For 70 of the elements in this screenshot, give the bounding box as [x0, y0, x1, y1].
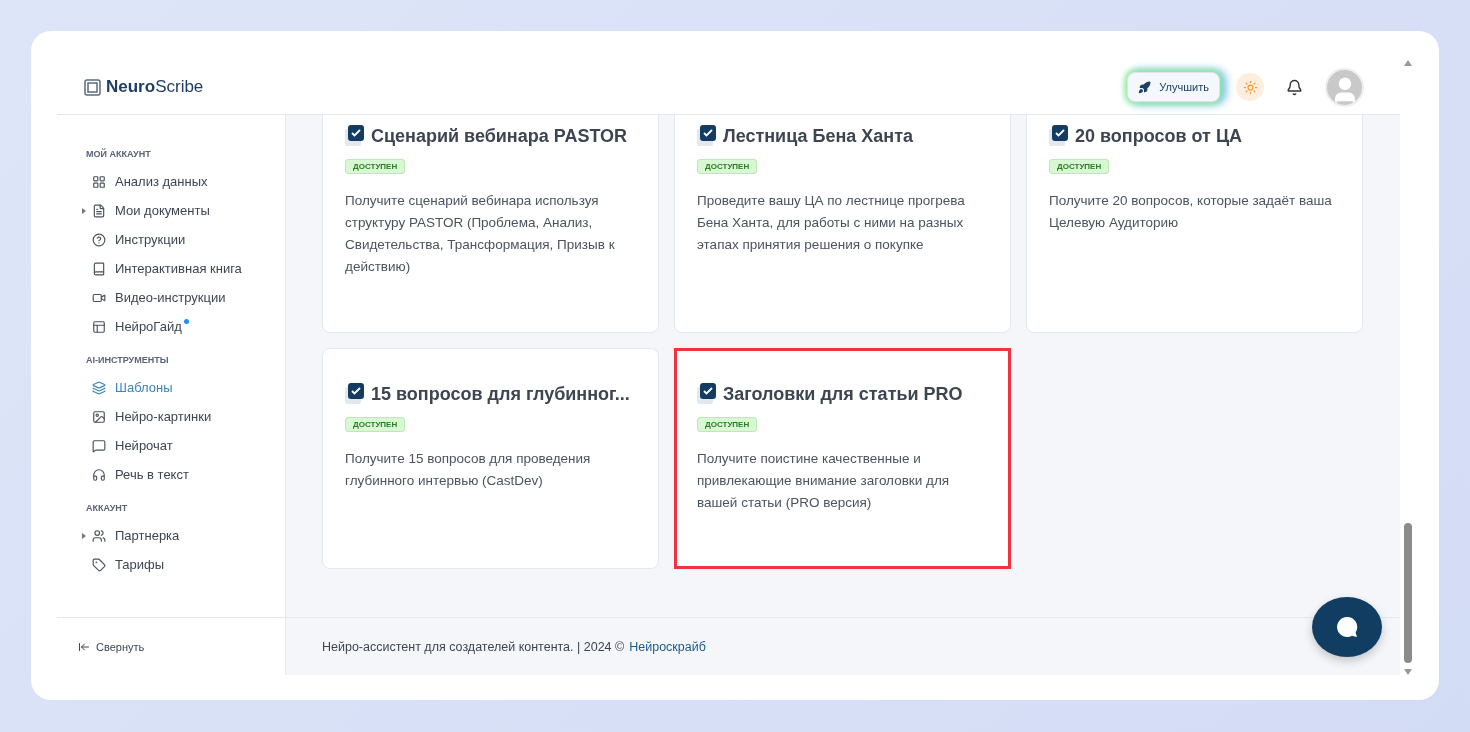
checkbox-icon [1049, 125, 1069, 147]
nav-icon [92, 174, 106, 189]
sidebar-item[interactable]: Интерактивная книга [82, 254, 285, 283]
sidebar-item[interactable]: Анализ данных [82, 167, 285, 196]
checkbox-icon [697, 383, 717, 405]
sidebar-item[interactable]: Речь в текст [82, 460, 285, 489]
nav-icon [92, 319, 106, 334]
nav-icon [92, 232, 106, 247]
template-title: 20 вопросов от ЦА [1075, 125, 1243, 147]
nav-icon [92, 203, 106, 218]
status-badge: ДОСТУПЕН [697, 159, 758, 174]
template-description: Проведите вашу ЦА по лестнице прогрева Бена Ханта, для работы с ними на разных этапах принятия решения о покупке [697, 192, 966, 254]
expand-caret-icon[interactable] [82, 207, 86, 214]
footer-text: Нейро-ассистент для создателей контента. | 2024 © [322, 639, 625, 654]
sidebar-item[interactable]: НейроГайд [82, 312, 285, 341]
collapse-button[interactable]: Свернуть [78, 640, 145, 653]
template-description: Получите сценарий вебинара используя структуру PASTOR (Проблема, Анализ, Свидетельства, Трансформация, Призыв к действию) [345, 192, 616, 276]
status-badge: ДОСТУПЕН [1049, 159, 1110, 174]
template-card[interactable]: Лестница Бена Ханта ДОСТУПЕН Проведите вашу ЦА по лестнице прогрева Бена Ханта, для работы с ними на разных этапах принятия решения о покупке [674, 115, 1011, 333]
section-title: МОЙ АККАУНТ [85, 149, 152, 159]
template-card[interactable]: Сценарий вебинара PASTOR ДОСТУПЕН Получите сценарий вебинара используя структуру PASTOR (Проблема, Анализ, Свидетельства, Трансформация, Призыв к действию) [322, 115, 659, 333]
sidebar-item[interactable]: Партнерка [82, 521, 285, 550]
expand-caret-icon[interactable] [82, 532, 86, 539]
sidebar-item[interactable]: Тарифы [82, 550, 285, 579]
logo-icon [84, 78, 101, 96]
theme-toggle-button[interactable] [1236, 73, 1264, 101]
checkbox-icon [345, 383, 365, 405]
sun-icon [1242, 79, 1258, 95]
sidebar-item[interactable]: Шаблоны [82, 373, 285, 402]
template-description: Получите 15 вопросов для проведения глубинного интервью (CastDev) [345, 450, 592, 490]
template-card[interactable]: 15 вопросов для глубинног... ДОСТУПЕН Получите 15 вопросов для проведения глубинного интервью (CastDev) [322, 348, 659, 569]
template-card[interactable]: 20 вопросов от ЦА ДОСТУПЕН Получите 20 вопросов, которые задаёт ваша Целевую Аудиторию [1026, 115, 1363, 333]
chat-bubble-icon [1335, 615, 1359, 639]
sidebar-item[interactable]: Инструкции [82, 225, 285, 254]
section-title: AI-ИНСТРУМЕНТЫ [85, 355, 170, 365]
sidebar-item[interactable]: Мои документы [82, 196, 285, 225]
nav-icon [92, 409, 106, 424]
template-title: 15 вопросов для глубинног... [371, 383, 630, 405]
rocket-icon [1138, 80, 1152, 94]
checkbox-icon [697, 125, 717, 147]
bell-icon [1286, 78, 1303, 96]
template-title: Лестница Бена Ханта [723, 125, 913, 147]
template-title: Сценарий вебинара PASTOR [371, 125, 628, 147]
status-badge: ДОСТУПЕН [345, 159, 406, 174]
sidebar-item[interactable]: Нейрочат [82, 431, 285, 460]
new-dot [183, 319, 189, 324]
template-title: Заголовки для статьи PRO [723, 383, 963, 405]
nav-icon [92, 261, 106, 276]
template-description: Получите поистине качественные и привлекающие внимание заголовки для вашей статьи (PRO версия) [697, 450, 951, 512]
nav-icon [92, 467, 106, 482]
status-badge: ДОСТУПЕН [345, 417, 406, 432]
nav-icon [92, 557, 106, 572]
status-badge: ДОСТУПЕН [697, 417, 758, 432]
footer-link[interactable]: Нейроскрайб [629, 639, 706, 654]
template-card[interactable]: Заголовки для статьи PRO ДОСТУПЕН Получите поистине качественные и привлекающие внимание заголовки для вашей статьи (PRO версия) [674, 348, 1011, 569]
scrollbar-thumb[interactable] [1403, 523, 1412, 663]
nav-icon [92, 528, 106, 543]
sidebar-item[interactable]: Нейро-картинки [82, 402, 285, 431]
chat-button[interactable] [1312, 597, 1382, 657]
logo-text: NeuroScribe [106, 77, 204, 97]
upgrade-button[interactable]: Улучшить [1127, 72, 1220, 102]
checkbox-icon [345, 125, 365, 147]
scroll-up-icon[interactable] [1403, 60, 1412, 66]
template-description: Получите 20 вопросов, которые задаёт ваша Целевую Аудиторию [1049, 192, 1333, 232]
nav-icon [92, 380, 106, 395]
section-title: АККАУНТ [85, 503, 129, 513]
scroll-down-icon[interactable] [1403, 669, 1412, 675]
sidebar-item[interactable]: Видео-инструкции [82, 283, 285, 312]
collapse-icon [78, 640, 90, 653]
nav-icon [92, 438, 106, 453]
